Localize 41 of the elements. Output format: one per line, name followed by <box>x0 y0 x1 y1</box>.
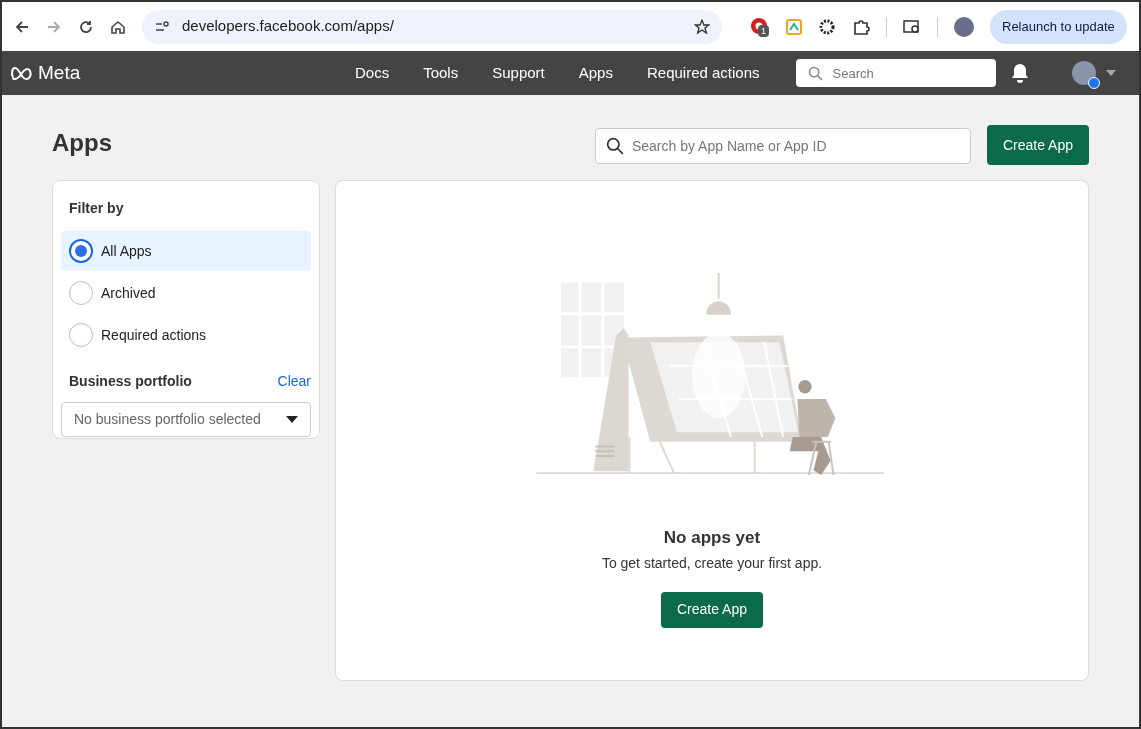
empty-state-message: To get started, create your first app. <box>601 553 823 573</box>
clear-link[interactable]: Clear <box>277 371 311 392</box>
extension-icon[interactable]: 1 <box>750 16 770 37</box>
page-title: Apps <box>52 128 112 158</box>
reload-icon[interactable] <box>78 18 94 35</box>
caret-icon[interactable] <box>1105 70 1116 76</box>
portfolio-heading: Business portfolio <box>69 372 192 391</box>
filter-option[interactable]: Required actions <box>61 315 311 355</box>
search-icon <box>605 137 624 155</box>
extension-badge: 1 <box>758 24 769 37</box>
radio-button[interactable] <box>69 281 93 305</box>
nav-link[interactable]: Apps <box>578 61 613 85</box>
nav-link[interactable]: Tools <box>423 61 459 85</box>
nav-link[interactable]: Required actions <box>646 61 760 85</box>
search-tab-icon[interactable] <box>903 18 921 35</box>
bell-icon[interactable] <box>1010 63 1029 83</box>
caret-icon <box>286 416 298 423</box>
nav-search-field[interactable]: Search <box>795 59 996 87</box>
meta-logo-text[interactable]: Meta <box>38 58 81 88</box>
profile-avatar[interactable] <box>954 16 974 37</box>
create-app-button[interactable]: Create App <box>660 591 764 628</box>
nav-link[interactable]: Support <box>492 61 545 85</box>
filter-heading: Filter by <box>68 199 125 218</box>
empty-state-title: No apps yet <box>663 527 761 549</box>
filter-option[interactable]: All Apps <box>61 231 311 271</box>
back-icon[interactable] <box>14 18 30 35</box>
puzzle-icon[interactable] <box>852 17 870 36</box>
home-icon[interactable] <box>110 18 126 35</box>
address-bar[interactable]: developers.facebook.com/apps/ <box>142 9 722 44</box>
portfolio-dropdown[interactable]: No business portfolio selected <box>61 402 311 437</box>
app-search-field[interactable]: Search by App Name or App ID <box>594 128 971 164</box>
radio-button[interactable] <box>69 239 93 263</box>
nav-link[interactable]: Docs <box>355 61 390 85</box>
filter-option[interactable]: Archived <box>61 273 311 313</box>
relaunch-button[interactable]: Relaunch to update <box>990 9 1127 44</box>
search-icon <box>807 66 823 81</box>
meta-logo-icon <box>10 66 34 80</box>
create-app-button[interactable]: Create App <box>986 125 1089 165</box>
radio-button[interactable] <box>69 323 93 347</box>
star-icon[interactable] <box>694 18 710 35</box>
url-text: developers.facebook.com/apps/ <box>182 16 395 37</box>
